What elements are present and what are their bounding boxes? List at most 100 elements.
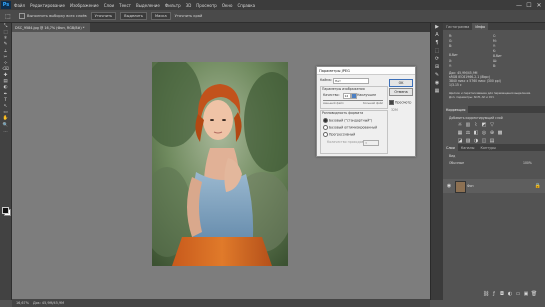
tab-layers[interactable]: Слои xyxy=(443,144,458,151)
portrait-photo xyxy=(152,62,288,266)
add-mask-icon[interactable]: ◘ xyxy=(499,291,505,297)
tab-adjustments[interactable]: Коррекция xyxy=(443,106,469,113)
format-optimized-label: Базовый оптимизированный xyxy=(329,125,378,130)
info-x: X: xyxy=(449,59,453,63)
ok-button[interactable]: OK xyxy=(389,79,413,87)
dialog-title: Параметры JPEG xyxy=(317,67,415,75)
photoshop-logo: Ps xyxy=(1,1,11,9)
zoom-level[interactable]: 16,67% xyxy=(16,301,29,305)
tab-histogram[interactable]: Гистограмма xyxy=(443,23,472,30)
quality-input[interactable]: 12 xyxy=(343,92,351,99)
sample-all-layers-label: Выполнить выборку всех слоёв xyxy=(27,14,87,18)
menu-view[interactable]: Просмотр xyxy=(196,3,217,8)
format-baseline-radio[interactable]: Базовый ("стандартный") xyxy=(323,118,372,123)
refine-button[interactable]: Уточнить xyxy=(90,12,117,20)
history-icon[interactable]: ⟳ xyxy=(431,55,443,63)
play-icon[interactable]: ▶ xyxy=(431,23,443,31)
info-b: B: xyxy=(449,44,453,48)
color-icon[interactable]: ◉ xyxy=(431,79,443,87)
preview-label: Просмотр xyxy=(395,100,412,105)
radio-off-icon xyxy=(323,132,328,137)
channel-mixer-adjust-icon[interactable]: ⊕ xyxy=(489,130,495,136)
info-timing: 1/3.15 с xyxy=(449,83,462,87)
exposure-adjust-icon[interactable]: ◩ xyxy=(481,122,487,128)
menu-layers[interactable]: Слои xyxy=(104,3,114,8)
black-white-adjust-icon[interactable]: ◧ xyxy=(473,130,479,136)
maximize-icon[interactable]: ☐ xyxy=(524,0,534,10)
link-layers-icon[interactable]: ⛓ xyxy=(483,291,489,297)
foreground-color-swatch[interactable] xyxy=(2,207,9,214)
character-icon[interactable]: A xyxy=(431,31,443,39)
menu-type[interactable]: Текст xyxy=(119,3,131,8)
menu-help[interactable]: Справка xyxy=(237,3,255,8)
layer-kind-filter[interactable]: Вид xyxy=(449,154,455,158)
curves-adjust-icon[interactable]: ⌇ xyxy=(473,122,479,128)
menu-select[interactable]: Выделение xyxy=(136,3,160,8)
quality-word: Наилучшее xyxy=(357,93,377,97)
menu-filter[interactable]: Фильтр xyxy=(165,3,181,8)
radio-off-icon xyxy=(323,125,328,130)
swatches-icon[interactable]: ⊞ xyxy=(431,63,443,71)
brightness-adjust-icon[interactable]: ☼ xyxy=(457,122,463,128)
menu-edit[interactable]: Редактирование xyxy=(30,3,65,8)
adjustments-hint: Добавить корректирующий слой xyxy=(449,116,503,120)
select-button[interactable]: Выделить xyxy=(120,12,148,20)
tab-paths[interactable]: Контуры xyxy=(477,144,499,151)
tab-info[interactable]: Инфо xyxy=(472,23,489,30)
styles-icon[interactable]: ▦ xyxy=(431,87,443,95)
tab-channels[interactable]: Каналы xyxy=(458,144,478,151)
sample-all-layers-checkbox[interactable] xyxy=(19,13,25,19)
cancel-button[interactable]: Отмена xyxy=(389,88,413,96)
more-tools-icon[interactable]: … xyxy=(0,128,11,134)
format-optimized-radio[interactable]: Базовый оптимизированный xyxy=(323,125,377,130)
mask-button[interactable]: Маска xyxy=(151,12,171,20)
format-progressive-radio[interactable]: Прогрессивный xyxy=(323,132,355,137)
marquee-tool-icon[interactable]: ⬚ xyxy=(3,12,13,20)
format-baseline-label: Базовый ("стандартный") xyxy=(329,118,373,123)
new-group-icon[interactable]: ▭ xyxy=(515,291,521,297)
preview-check-icon xyxy=(389,100,394,105)
vibrance-adjust-icon[interactable]: ▽ xyxy=(489,122,495,128)
document-tab[interactable]: DSC_9584.jpg @ 16,7% (Фон, RGB/8#) * xyxy=(12,23,90,32)
options-bar: ⬚ Выполнить выборку всех слоёв Уточнить … xyxy=(0,10,545,23)
layer-style-icon[interactable]: ƒ xyxy=(491,291,497,297)
scans-label: Количество проходов: xyxy=(327,140,365,144)
hue-adjust-icon[interactable]: ▦ xyxy=(457,130,463,136)
brush-icon[interactable]: ✎ xyxy=(431,71,443,79)
opacity-value[interactable]: 100% xyxy=(523,161,532,165)
menu-image[interactable]: Изображение xyxy=(70,3,99,8)
paragraph-icon[interactable]: ¶ xyxy=(431,39,443,47)
levels-adjust-icon[interactable]: ▥ xyxy=(465,122,471,128)
photo-filter-adjust-icon[interactable]: ◎ xyxy=(481,130,487,136)
small-file-label: меньший файл xyxy=(323,102,344,105)
info-panel-tabs: Гистограмма Инфо xyxy=(443,23,545,30)
menu-3d[interactable]: 3D xyxy=(186,3,192,8)
matte-label: Кайма: xyxy=(320,78,332,82)
new-adjustment-icon[interactable]: ◐ xyxy=(507,291,513,297)
color-lookup-adjust-icon[interactable]: ▩ xyxy=(497,130,503,136)
layer-thumbnail xyxy=(455,181,466,193)
blend-mode-select[interactable]: Обычные xyxy=(449,161,464,165)
layer-name: Фон xyxy=(467,184,474,188)
info-h: В: xyxy=(493,64,497,68)
lock-icon: 🔒 xyxy=(534,183,542,189)
refine-edge-label[interactable]: Уточнить край xyxy=(175,14,203,18)
visibility-eye-icon[interactable]: ◉ xyxy=(446,183,452,189)
bit-depth-right: 8-бит xyxy=(493,54,502,58)
color-balance-adjust-icon[interactable]: ⚖ xyxy=(465,130,471,136)
scans-select[interactable]: 3 xyxy=(363,139,379,146)
menu-file[interactable]: Файл xyxy=(14,3,25,8)
close-icon[interactable]: ✕ xyxy=(534,0,544,10)
document-image xyxy=(152,62,288,266)
delete-layer-icon[interactable]: 🗑 xyxy=(531,291,537,297)
preview-checkbox[interactable]: Просмотр xyxy=(389,100,411,105)
image-options-title: Параметры изображения xyxy=(322,87,365,91)
matte-select[interactable]: Нет xyxy=(333,78,369,84)
menu-window[interactable]: Окно xyxy=(222,3,233,8)
quality-slider[interactable] xyxy=(323,100,383,101)
minimize-icon[interactable]: — xyxy=(514,0,524,10)
info-g: G: xyxy=(449,39,453,43)
new-layer-icon[interactable]: ▣ xyxy=(523,291,529,297)
navigator-icon[interactable]: ⬚ xyxy=(431,47,443,55)
info-k: K: xyxy=(493,49,497,53)
